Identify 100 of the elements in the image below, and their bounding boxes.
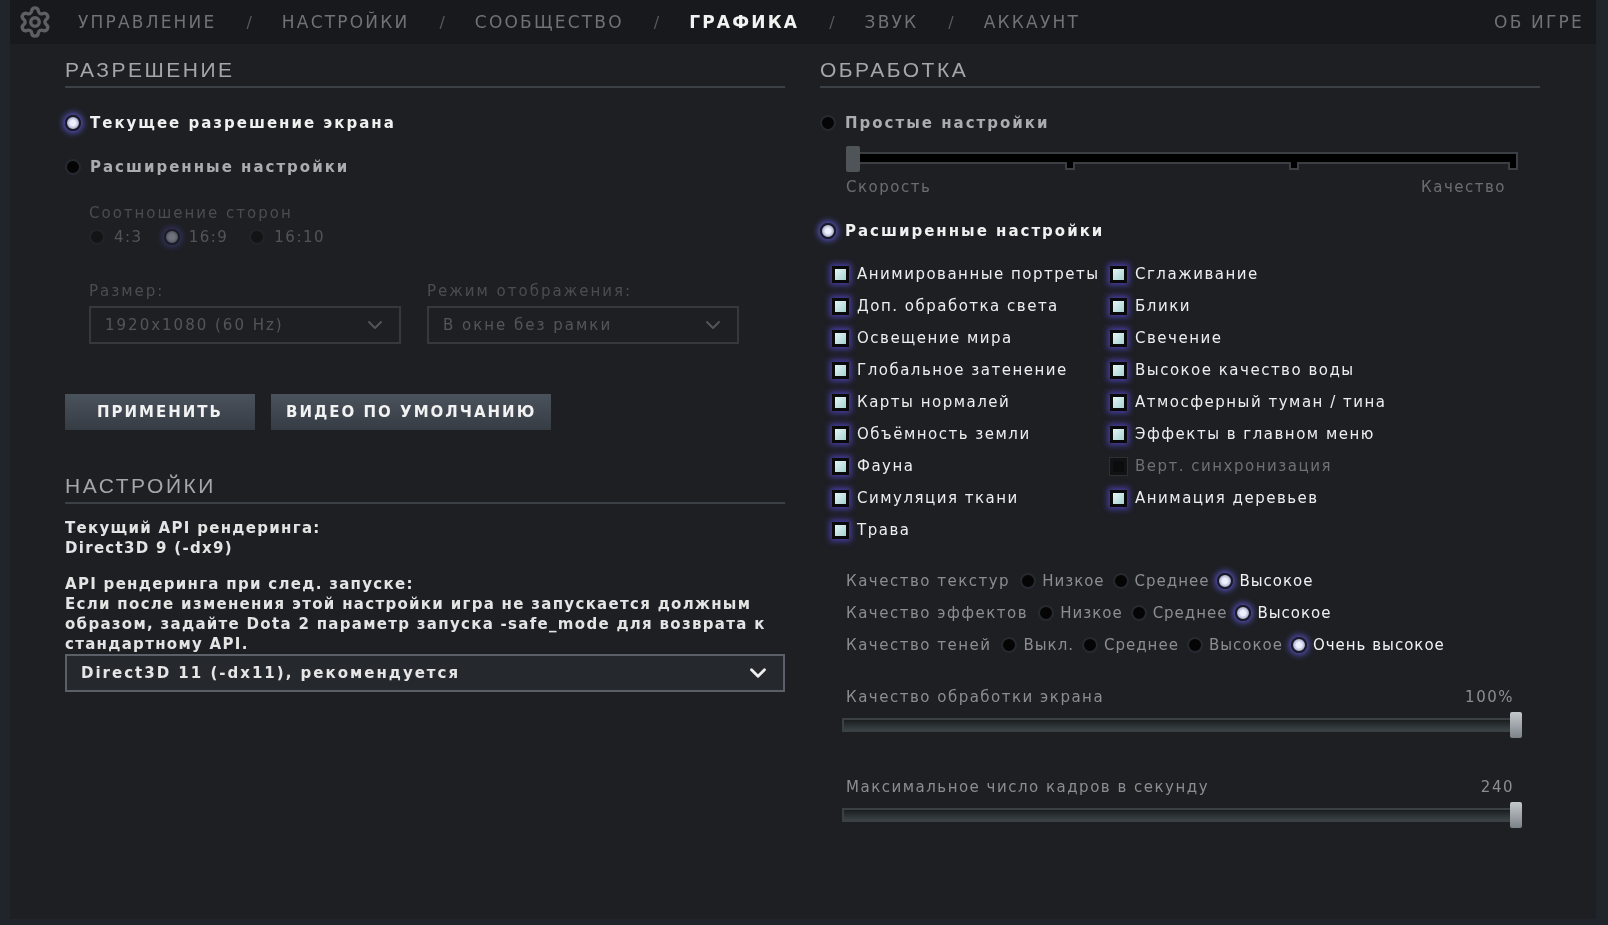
quality-step-slider[interactable] [846, 146, 1518, 172]
checkbox-label: Атмосферный туман / тина [1135, 393, 1387, 411]
radio-label: Расширенные настройки [90, 158, 350, 176]
slider[interactable] [842, 802, 1522, 828]
info-value: Direct3D 9 (-dx9) [65, 538, 234, 558]
checkbox[interactable] [832, 457, 849, 475]
slider-thumb[interactable] [846, 146, 860, 172]
radio-button[interactable] [1038, 605, 1055, 621]
nav-separator: / [246, 12, 252, 32]
checkbox[interactable] [1110, 425, 1127, 443]
radio-button[interactable] [1082, 637, 1098, 653]
nav-tab[interactable]: АККАУНТ [983, 12, 1081, 32]
radio-button[interactable] [65, 159, 81, 175]
tick-mark [1507, 162, 1518, 170]
radio-label: Среднее [1134, 572, 1210, 590]
checkbox-label: Освещение мира [857, 329, 1013, 347]
checkbox-label: Анимация деревьев [1135, 489, 1319, 507]
checkbox[interactable] [1110, 297, 1127, 315]
checkbox-label: Высокое качество воды [1135, 361, 1355, 379]
radio-label: Расширенные настройки [845, 222, 1105, 240]
info-label: API рендеринга при след. запуске: [65, 574, 415, 594]
checkbox[interactable] [832, 265, 849, 283]
radio-button[interactable] [820, 223, 836, 239]
nav-separator: / [653, 12, 660, 32]
slider-label: Максимальное число кадров в секунду [846, 778, 1209, 796]
checkbox[interactable] [1110, 393, 1127, 411]
section-title: НАСТРОЙКИ [65, 474, 217, 499]
checkbox[interactable] [832, 425, 849, 443]
checkbox[interactable] [832, 489, 849, 507]
radio-button[interactable] [1130, 605, 1147, 621]
gear-icon[interactable] [18, 5, 52, 39]
nav-separator: / [829, 12, 835, 32]
radio-button[interactable] [1217, 573, 1234, 589]
slider-thumb[interactable] [1510, 712, 1522, 738]
apply-button[interactable]: ПРИМЕНИТЬ [65, 394, 255, 430]
section-title: ОБРАБОТКА [820, 58, 970, 83]
checkbox-label: Анимированные портреты [857, 265, 1100, 283]
radio-button[interactable] [1112, 573, 1129, 589]
option-label: Качество теней [846, 636, 992, 654]
checkbox-label: Блики [1135, 297, 1191, 315]
slider-min-label: Скорость [846, 178, 932, 196]
checkbox-label: Трава [857, 521, 911, 539]
default-video-button[interactable]: ВИДЕО ПО УМОЛЧАНИЮ [271, 394, 552, 430]
checkbox[interactable] [832, 329, 849, 347]
nav-tab[interactable]: ЗВУК [864, 12, 919, 32]
checkbox[interactable] [832, 393, 849, 411]
warning-text: Если после изменения этой настройки игра не запускается должным образом, задайте Dota 2 параметр запуска -safe_mode для возврата к стандартному API. [65, 594, 767, 654]
radio-label: Высокое [1208, 636, 1283, 654]
checkbox-label: Доп. обработка света [857, 297, 1059, 315]
radio-label: Текущее разрешение экрана [90, 114, 396, 132]
nav-tab[interactable]: СООБЩЕСТВО [474, 12, 624, 32]
checkbox-label: Симуляция ткани [857, 489, 1019, 507]
checkbox[interactable] [1110, 329, 1127, 347]
radio-button[interactable] [1235, 605, 1252, 621]
info-label: Текущий API рендеринга: [65, 518, 322, 538]
checkbox[interactable] [1110, 361, 1127, 379]
checkbox[interactable] [1110, 265, 1127, 283]
nav-tab[interactable]: НАСТРОЙКИ [281, 12, 410, 32]
checkbox[interactable] [832, 361, 849, 379]
slider-thumb[interactable] [1510, 802, 1522, 828]
slider-value: 100% [1465, 688, 1514, 706]
checkbox-label: Объёмность земли [857, 425, 1031, 443]
radio-label: Низкое [1042, 572, 1105, 590]
radio-button[interactable] [65, 115, 81, 131]
checkbox-label: Сглаживание [1135, 265, 1259, 283]
slider-max-label: Качество [1421, 178, 1506, 196]
checkbox-label: Карты нормалей [857, 393, 1011, 411]
radio-label: Среднее [1104, 636, 1179, 654]
checkbox[interactable] [1110, 489, 1127, 507]
slider-value: 240 [1480, 778, 1514, 796]
dropdown[interactable]: Direct3D 11 (-dx11), рекомендуется [65, 654, 785, 692]
radio-button[interactable] [1001, 637, 1018, 653]
radio-label: Высокое [1239, 572, 1314, 590]
section-title: РАЗРЕШЕНИЕ [65, 58, 236, 83]
radio-button[interactable] [1020, 573, 1037, 589]
option-label: Качество эффектов [846, 604, 1029, 622]
nav-tab[interactable]: УПРАВЛЕНИЕ [78, 12, 217, 32]
radio-label: Выкл. [1023, 636, 1074, 654]
checkbox-label: Фауна [857, 457, 915, 475]
nav-separator: / [948, 12, 954, 32]
radio-label: Среднее [1152, 604, 1228, 622]
radio-label: Очень высокое [1312, 636, 1445, 654]
radio-label: Низкое [1060, 604, 1123, 622]
checkbox[interactable] [832, 521, 849, 539]
checkbox-label: Свечение [1135, 329, 1223, 347]
checkbox-label: Глобальное затенение [857, 361, 1068, 379]
nav-tab[interactable]: ГРАФИКА [689, 12, 800, 32]
radio-button[interactable] [1186, 637, 1203, 653]
about-tab[interactable]: ОБ ИГРЕ [1494, 12, 1584, 32]
slider[interactable] [842, 712, 1522, 738]
radio-button[interactable] [1290, 637, 1307, 653]
radio-label: Простые настройки [845, 114, 1050, 132]
checkbox-label: Верт. синхронизация [1135, 457, 1332, 475]
tick-mark [1288, 162, 1299, 170]
checkbox[interactable] [832, 297, 849, 315]
radio-button[interactable] [820, 115, 836, 131]
nav-separator: / [439, 12, 445, 32]
radio-label: Высокое [1257, 604, 1332, 622]
tick-mark [1064, 162, 1075, 170]
option-label: Качество текстур [846, 572, 1011, 590]
